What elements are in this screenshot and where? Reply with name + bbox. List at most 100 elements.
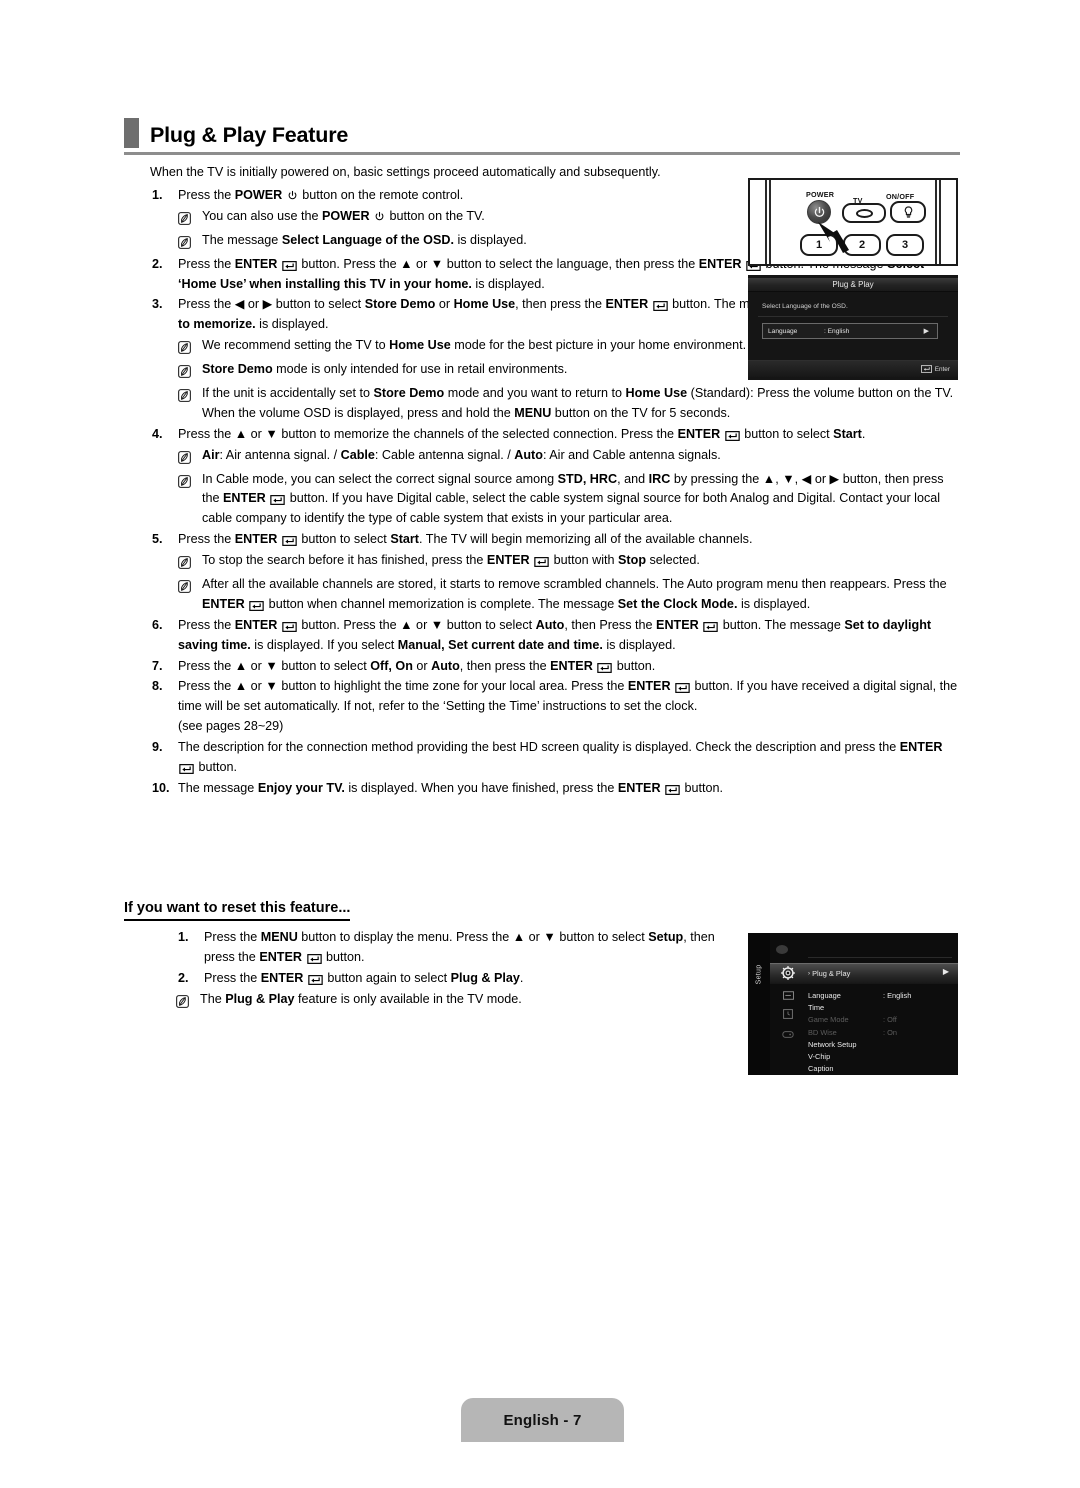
osd-language-key: Language [768,327,798,335]
osd-separator [758,316,948,317]
note-text: In Cable mode, you can select the correc… [202,471,944,526]
instruction-note: In Cable mode, you can select the correc… [150,470,962,530]
note-text: If the unit is accidentally set to Store… [202,386,954,420]
note-icon [178,365,191,379]
menu-item[interactable]: Caption [808,1064,833,1073]
chevron-right-icon: ▶ [923,328,929,335]
remote-edge-right-outer [939,180,941,264]
reset-step: 1. Press the MENU button to display the m… [176,928,736,968]
instruction-step: 5. Press the ENTER button to select Start… [150,530,962,550]
enter-icon [920,365,932,373]
reset-step: 2. Press the ENTER button again to select… [176,969,736,989]
enter-icon [308,974,323,985]
enter-icon [270,495,285,506]
step-number: 1. [152,188,163,202]
step-number: 2. [178,970,189,985]
enter-icon [249,600,264,611]
instruction-step: 10. The message Enjoy your TV. is display… [150,779,962,799]
reset-section-heading: If you want to reset this feature... [124,900,351,921]
menu-item-value: : Off [883,1015,897,1025]
menu-sidebar: Setup [748,933,770,1075]
step-number: 6. [152,617,163,632]
note-icon [178,556,191,570]
note-icon-wrap [178,360,202,383]
instruction-step: 8. Press the ▲ or ▼ button to highlight t… [150,677,962,737]
note-icon [178,341,191,355]
remote-power-label: POWER [806,190,835,199]
power-icon [288,190,297,200]
step-number: 7. [152,658,163,673]
page-title: Plug & Play Feature [150,122,349,147]
osd-message: Select Language of the OSD. [762,303,848,310]
menu-item-plug-and-play[interactable]: › Plug & Play [808,969,850,978]
menu-item[interactable]: Time [808,1003,824,1012]
step-number: 3. [152,297,163,312]
note-icon-wrap [178,470,202,493]
gear-icon [779,966,797,980]
note-text: To stop the search before it has finishe… [202,553,700,568]
remote-key-3[interactable]: 3 [886,234,924,256]
note-icon-wrap [178,336,202,359]
menu-item-value: : On [883,1027,897,1037]
note-icon-wrap [178,231,202,254]
enter-icon [675,683,690,694]
enter-icon [282,260,297,271]
language-icon [779,988,797,1002]
enter-icon [306,953,322,964]
menu-icon-column [770,933,808,1075]
page-footer-badge: English - 7 [461,1398,624,1442]
note-icon [178,450,191,464]
osd-language-row[interactable]: Language : English ▶ [762,323,938,339]
menu-top-divider [808,957,952,958]
menu-item-value: : English [883,991,912,1000]
menu-item[interactable]: BD Wise [808,1028,837,1037]
note-icon [178,474,191,488]
remote-edge-left-inner [769,180,771,264]
note-icon [178,212,191,225]
menu-sidebar-label: Setup [755,964,763,985]
menu-item[interactable]: Language [808,991,841,1000]
instruction-note: After all the available channels are sto… [150,575,962,615]
figure-remote-control: POWER TV ON/OFF 1 2 3 [748,178,958,266]
remote-edge-left-outer [765,180,767,264]
step-number: 4. [152,426,163,441]
page-header: Plug & Play Feature [124,118,960,155]
note-icon-wrap [178,446,202,469]
step-text: Press the ▲ or ▼ button to select Off, O… [178,658,656,673]
menu-item[interactable]: Network Setup [808,1040,856,1049]
note-icon-wrap [178,384,202,407]
step-text: Press the ▲ or ▼ button to highlight the… [178,679,958,734]
game-mode-icon [779,1027,797,1041]
osd-title: Plug & Play [748,278,958,292]
osd-language-value: : English [824,327,850,335]
enter-icon [665,784,680,795]
time-icon [779,1007,797,1021]
header-rule [124,152,960,155]
header-accent-bar [124,118,139,148]
instruction-step: 6. Press the ENTER button. Press the ▲ or… [150,616,962,656]
enter-icon [597,662,613,673]
enter-icon [725,430,740,441]
power-icon [375,211,384,221]
note-text: The Plug & Play feature is only availabl… [200,991,522,1006]
note-icon [178,389,191,402]
lightbulb-icon [904,205,912,218]
enter-icon [282,536,297,547]
figure-osd-plug-and-play: Plug & Play Select Language of the OSD. … [748,275,958,380]
menu-item[interactable]: V-Chip [808,1052,830,1061]
step-text: Press the ENTER button. Press the ▲ or ▼… [178,617,932,652]
remote-onoff-button[interactable] [890,201,926,223]
remote-edge-right-inner [935,180,937,264]
reset-note: The Plug & Play feature is only availabl… [176,990,736,1013]
step-number: 2. [152,256,163,271]
enter-icon [179,764,194,775]
menu-item[interactable]: Game Mode [808,1015,849,1024]
reset-step-list: 1. Press the MENU button to display the m… [176,928,736,1014]
step-text: Press the ENTER button again to select P… [204,970,524,985]
note-text: After all the available channels are sto… [202,577,947,611]
step-number: 1. [178,930,189,944]
menu-item-plug-and-play-label: Plug & Play [812,969,851,978]
figure-setup-menu: Setup › Plug & Play ▶ Language: English… [748,933,958,1075]
intro-paragraph: When the TV is initially powered on, bas… [150,165,661,179]
step-text: The description for the connection metho… [178,740,943,775]
